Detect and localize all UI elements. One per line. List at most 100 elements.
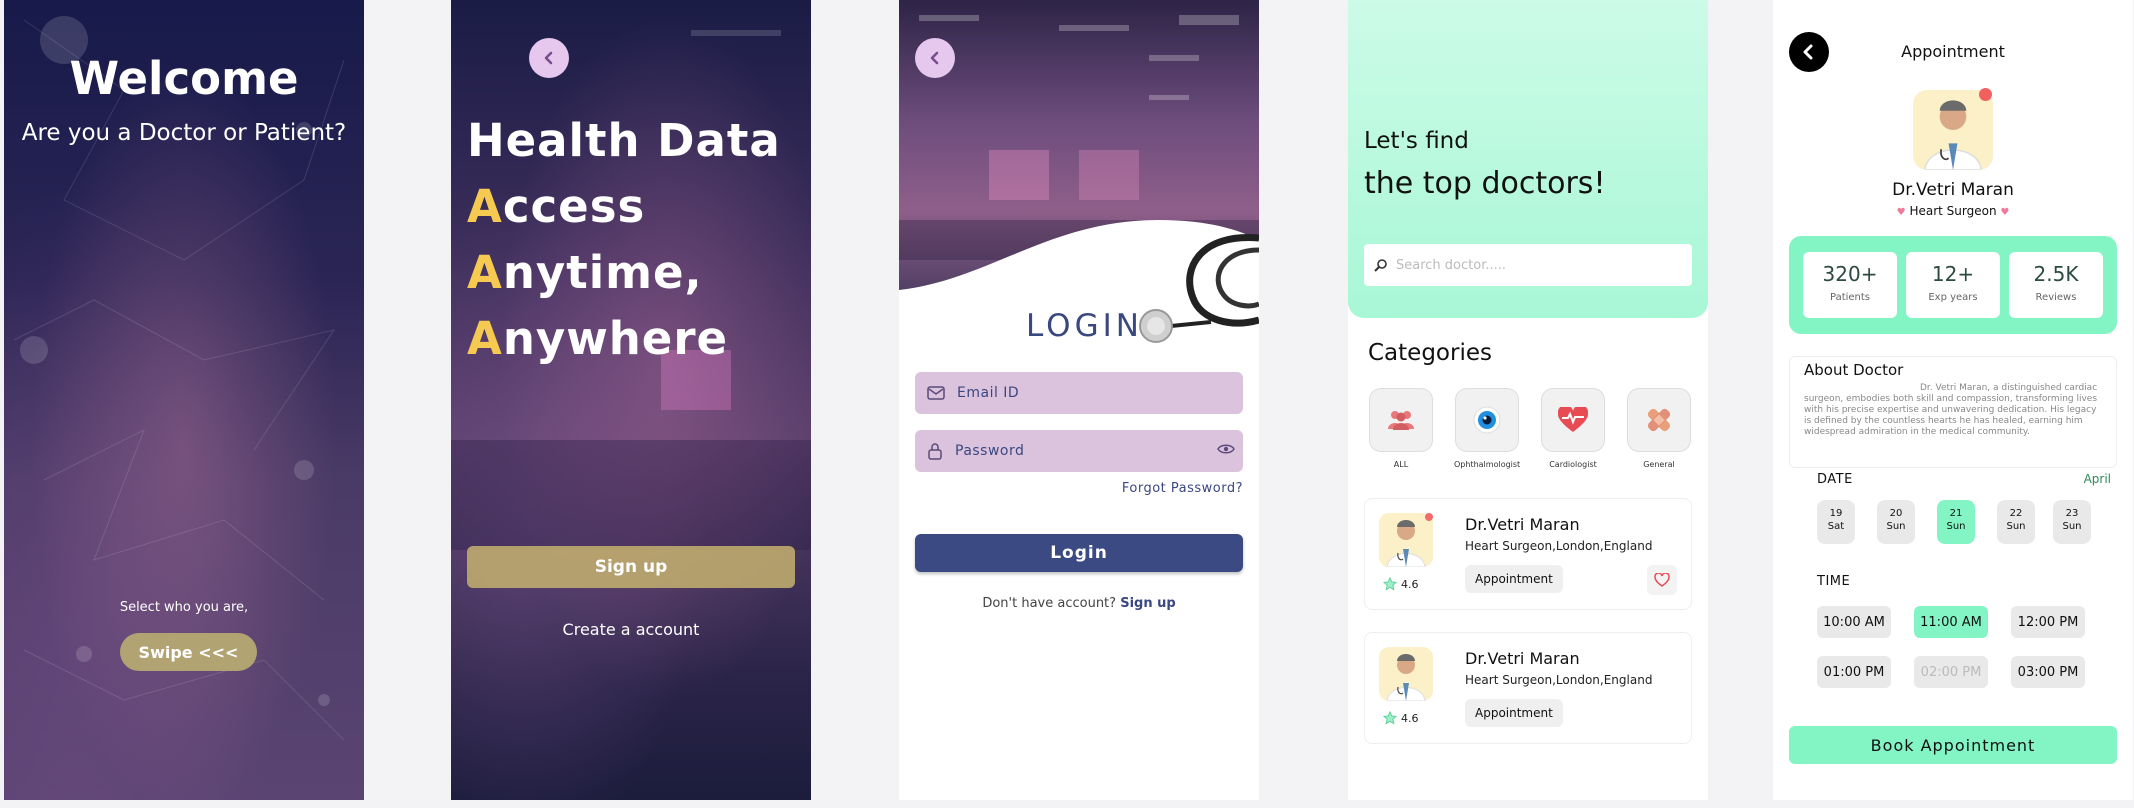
time-slot[interactable]: 12:00 PM bbox=[2011, 606, 2085, 638]
doctor-card[interactable]: Dr.Vetri Maran Heart Surgeon,London,Engl… bbox=[1364, 632, 1692, 744]
time-label: TIME bbox=[1817, 574, 1851, 589]
login-screen: LOGIN Email ID Password Forgot Password?… bbox=[899, 0, 1259, 800]
chevron-left-icon bbox=[930, 51, 939, 65]
create-account-link[interactable]: Create a account bbox=[451, 620, 811, 639]
intro-screen: Health Data Access Anytime, Anywhere Sig… bbox=[451, 0, 811, 800]
stethoscope-icon bbox=[1139, 234, 1259, 343]
heart-outline-icon bbox=[1654, 573, 1670, 587]
category-icon-box bbox=[1541, 388, 1605, 452]
search-input[interactable]: Search doctor..... bbox=[1364, 244, 1692, 286]
about-text: Dr. Vetri Maran, a distinguished cardiac… bbox=[1804, 383, 2098, 437]
star-icon bbox=[1383, 711, 1397, 725]
doctor-name: Dr.Vetri Maran bbox=[1465, 649, 1580, 668]
date-chip[interactable]: 19 Sat bbox=[1817, 500, 1855, 544]
swipe-button[interactable]: Swipe <<< bbox=[120, 633, 257, 671]
time-slot[interactable]: 10:00 AM bbox=[1817, 606, 1891, 638]
star-icon bbox=[1383, 577, 1397, 591]
no-account-text: Don't have account? bbox=[982, 596, 1117, 611]
heart-icon: ♥ bbox=[1896, 207, 1906, 218]
signup-link[interactable]: Sign up bbox=[1120, 596, 1175, 611]
category-label: Ophthalmologist bbox=[1454, 460, 1521, 469]
date-day: 20 bbox=[1889, 508, 1903, 519]
time-slot[interactable]: 03:00 PM bbox=[2011, 656, 2085, 688]
login-title: LOGIN bbox=[1026, 308, 1143, 344]
stats-panel: 320+ Patients 12+ Exp years 2.5K Reviews bbox=[1789, 236, 2117, 334]
doctor-name: Dr.Vetri Maran bbox=[1892, 180, 2014, 200]
chevron-left-icon bbox=[544, 51, 553, 65]
welcome-title: Welcome bbox=[69, 52, 299, 105]
doctor-specialty-row: ♥ Heart Surgeon ♥ bbox=[1773, 204, 2133, 218]
role-question: Are you a Doctor or Patient? bbox=[21, 120, 347, 146]
about-title: About Doctor bbox=[1804, 361, 1904, 379]
login-button[interactable]: Login bbox=[915, 534, 1243, 572]
doctor-card[interactable]: Dr.Vetri Maran Heart Surgeon,London,Engl… bbox=[1364, 498, 1692, 610]
date-day: 21 bbox=[1949, 508, 1963, 519]
date-day: 23 bbox=[2065, 508, 2079, 519]
category-icon-box bbox=[1455, 388, 1519, 452]
doctor-rating: 4.6 bbox=[1383, 577, 1419, 591]
stat-label: Reviews bbox=[2035, 292, 2077, 303]
date-chip[interactable]: 22 Sun bbox=[1997, 500, 2035, 544]
doctor-specialty: Heart Surgeon bbox=[1909, 204, 1997, 218]
back-button[interactable] bbox=[915, 38, 955, 78]
about-doctor-card: About Doctor Dr. Vetri Maran, a distingu… bbox=[1789, 356, 2117, 468]
stat-value: 320+ bbox=[1822, 262, 1878, 286]
doctor-rating: 4.6 bbox=[1383, 711, 1419, 725]
password-placeholder: Password bbox=[955, 443, 1025, 459]
date-weekday: Sun bbox=[2062, 521, 2082, 532]
date-day: 22 bbox=[2009, 508, 2023, 519]
heart-pulse-icon bbox=[1558, 407, 1588, 432]
category-cardiologist[interactable]: Cardiologist bbox=[1540, 388, 1606, 469]
category-ophthalmologist[interactable]: Ophthalmologist bbox=[1454, 388, 1520, 469]
intro-headline: Health Data Access Anytime, Anywhere bbox=[467, 108, 781, 372]
mail-icon bbox=[927, 386, 945, 400]
home-screen: Let's find the top doctors! Search docto… bbox=[1348, 0, 1708, 800]
date-weekday: Sun bbox=[1886, 521, 1906, 532]
show-password-toggle[interactable] bbox=[1217, 442, 1235, 461]
category-all[interactable]: ALL bbox=[1368, 388, 1434, 469]
stat-reviews: 2.5K Reviews bbox=[2009, 252, 2103, 318]
book-appointment-button[interactable]: Book Appointment bbox=[1789, 726, 2117, 764]
accent-letter: A bbox=[467, 180, 503, 233]
month-selector[interactable]: April bbox=[2084, 472, 2111, 486]
password-field[interactable]: Password bbox=[915, 430, 1243, 472]
email-placeholder: Email ID bbox=[957, 385, 1020, 401]
time-slot[interactable]: 01:00 PM bbox=[1817, 656, 1891, 688]
category-general[interactable]: General bbox=[1626, 388, 1692, 469]
doctor-portrait-icon bbox=[1386, 520, 1426, 567]
doctor-specialty: Heart Surgeon,London,England bbox=[1465, 539, 1653, 553]
headline-word: nytime, bbox=[502, 246, 703, 299]
date-chip-selected[interactable]: 21 Sun bbox=[1937, 500, 1975, 544]
doctor-name: Dr.Vetri Maran bbox=[1465, 515, 1580, 534]
no-account-row: Don't have account? Sign up bbox=[899, 596, 1259, 611]
people-icon bbox=[1388, 411, 1414, 430]
category-icon-box bbox=[1369, 388, 1433, 452]
page-title: Appointment bbox=[1901, 42, 2005, 61]
email-field[interactable]: Email ID bbox=[915, 372, 1243, 414]
stat-patients: 320+ Patients bbox=[1803, 252, 1897, 318]
date-chip[interactable]: 23 Sun bbox=[2053, 500, 2091, 544]
doctor-avatar bbox=[1379, 647, 1433, 701]
headline-word: nywhere bbox=[502, 312, 729, 365]
appointment-button[interactable]: Appointment bbox=[1465, 565, 1563, 593]
category-label: Cardiologist bbox=[1549, 460, 1597, 469]
headline-line-1: Health Data bbox=[467, 114, 781, 167]
favorite-button[interactable] bbox=[1647, 565, 1677, 595]
accent-letter: A bbox=[467, 312, 503, 365]
stat-label: Patients bbox=[1829, 292, 1871, 303]
accent-letter: A bbox=[467, 246, 503, 299]
back-button[interactable] bbox=[529, 38, 569, 78]
appointment-button[interactable]: Appointment bbox=[1465, 699, 1563, 727]
forgot-password-link[interactable]: Forgot Password? bbox=[1122, 481, 1243, 496]
category-label: General bbox=[1643, 460, 1675, 469]
select-role-text: Select who you are, bbox=[119, 600, 249, 615]
category-label: ALL bbox=[1393, 460, 1409, 469]
headline-word: ccess bbox=[502, 180, 646, 233]
signup-button[interactable]: Sign up bbox=[467, 546, 795, 588]
time-slot-unavailable: 02:00 PM bbox=[1914, 656, 1988, 688]
bandage-icon bbox=[1647, 408, 1671, 432]
stat-value: 12+ bbox=[1931, 262, 1975, 286]
time-slot-selected[interactable]: 11:00 AM bbox=[1914, 606, 1988, 638]
stat-label: Exp years bbox=[1928, 292, 1978, 303]
date-chip[interactable]: 20 Sun bbox=[1877, 500, 1915, 544]
